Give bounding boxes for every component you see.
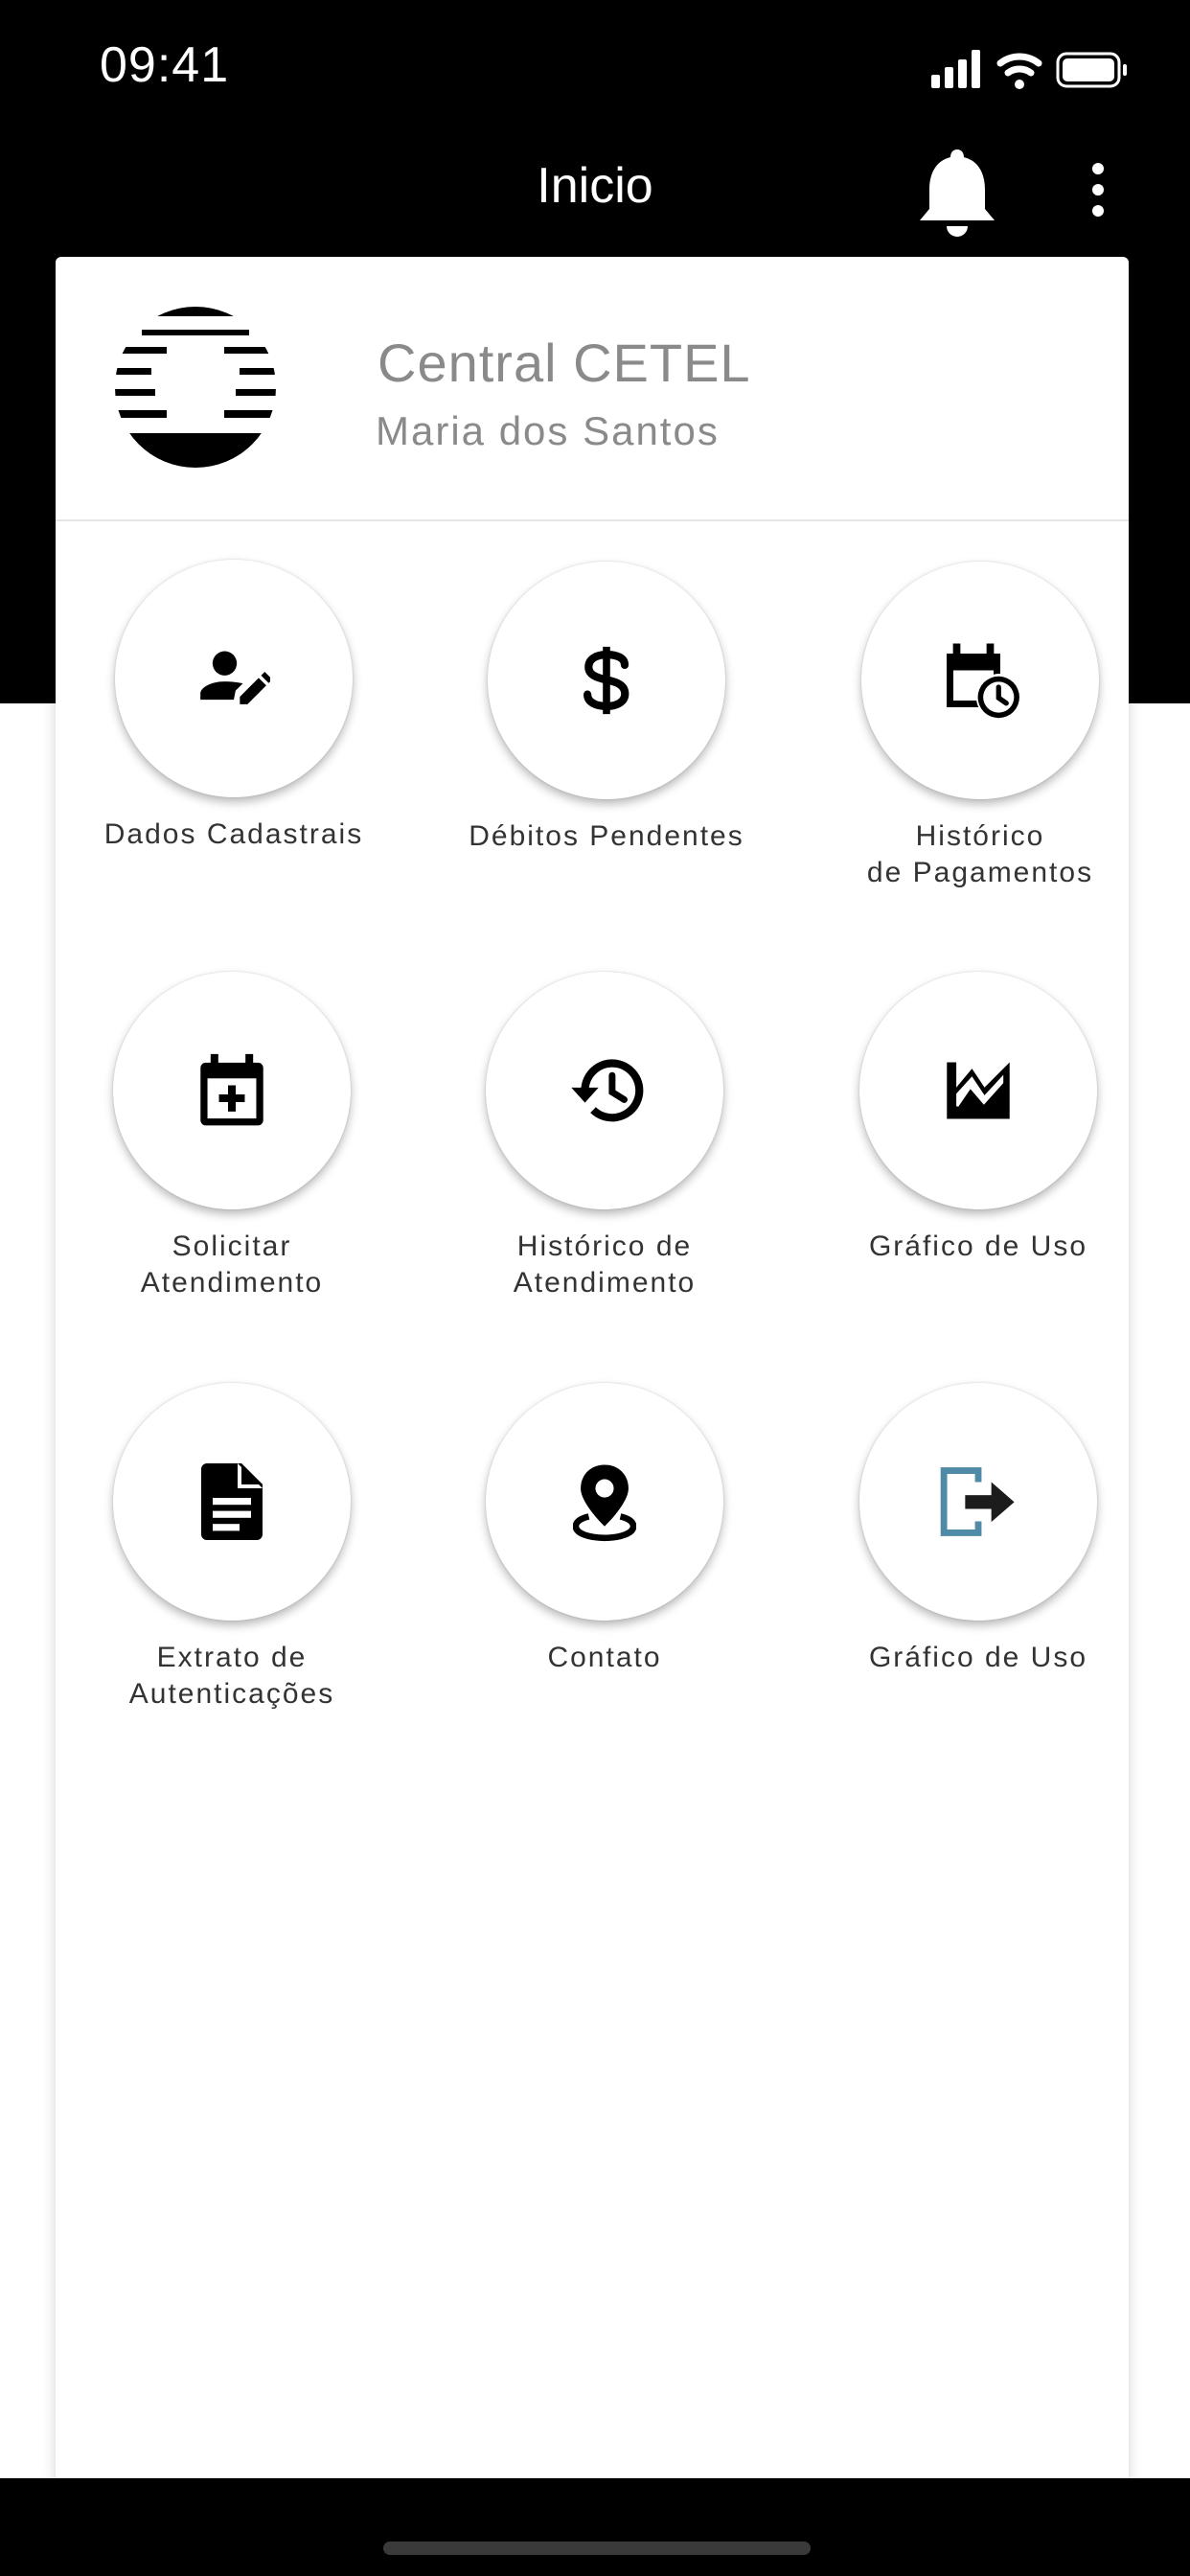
menu-button[interactable] xyxy=(486,972,723,1209)
notification-bell-icon[interactable] xyxy=(918,146,996,238)
menu-item-grafico-de-uso[interactable]: Gráfico de Uso xyxy=(800,972,1156,1336)
bottom-bar xyxy=(0,2478,1190,2576)
menu-item-contato[interactable]: Contato xyxy=(426,1383,783,1747)
history-icon xyxy=(571,1059,644,1122)
menu-label: Gráfico de Uso xyxy=(868,1642,1088,1673)
menu-button[interactable] xyxy=(859,1383,1097,1621)
menu-label: Débitos Pendentes xyxy=(469,820,744,852)
menu-label: Dados Cadastrais xyxy=(103,818,364,850)
menu-item-sair[interactable]: Gráfico de Uso xyxy=(800,1383,1156,1747)
menu-button[interactable] xyxy=(486,1383,723,1621)
menu-label: Gráfico de Uso xyxy=(868,1230,1088,1262)
calendar-add-icon xyxy=(200,1053,263,1126)
menu-item-extrato-autenticacoes[interactable]: Extrato de Autenticações xyxy=(54,1383,410,1747)
more-options-icon[interactable] xyxy=(1083,161,1113,218)
menu-button[interactable] xyxy=(113,1383,351,1621)
profile-header: Central CETEL Maria dos Santos xyxy=(56,257,1129,521)
menu-label: Contato xyxy=(547,1642,662,1673)
user-name: Maria dos Santos xyxy=(376,408,720,453)
document-icon xyxy=(201,1463,263,1540)
cellular-signal-icon xyxy=(931,50,980,88)
menu-item-historico-atendimento[interactable]: Histórico de Atendimento xyxy=(426,972,783,1336)
status-indicators xyxy=(931,50,1127,89)
dollar-icon xyxy=(584,646,629,715)
menu-label: Solicitar Atendimento xyxy=(140,1230,324,1299)
menu-button[interactable] xyxy=(859,972,1097,1209)
menu-label: Extrato de Autenticações xyxy=(128,1642,335,1710)
menu-button[interactable] xyxy=(113,972,351,1209)
main-card: Central CETEL Maria dos Santos Dados Cad… xyxy=(56,257,1129,2480)
menu-item-debitos-pendentes[interactable]: Débitos Pendentes xyxy=(428,562,785,926)
menu-button[interactable] xyxy=(488,562,725,799)
menu-label: Histórico de Pagamentos xyxy=(866,820,1094,888)
home-indicator[interactable] xyxy=(383,2542,811,2555)
menu-item-historico-pagamentos[interactable]: Histórico de Pagamentos xyxy=(802,562,1158,926)
menu-button[interactable] xyxy=(115,560,353,797)
battery-icon xyxy=(1056,52,1127,88)
menu-item-solicitar-atendimento[interactable]: Solicitar Atendimento xyxy=(54,972,410,1336)
page-title: Inicio xyxy=(537,158,653,214)
area-chart-icon xyxy=(947,1062,1010,1119)
logout-icon xyxy=(940,1467,1015,1536)
person-edit-icon xyxy=(200,651,270,704)
menu-button[interactable] xyxy=(861,562,1099,799)
calendar-clock-icon xyxy=(947,643,1019,719)
menu-label: Histórico de Atendimento xyxy=(513,1230,697,1299)
menu-item-dados-cadastrais[interactable]: Dados Cadastrais xyxy=(56,560,412,924)
company-name: Central CETEL xyxy=(378,333,751,393)
wifi-icon xyxy=(996,53,1042,89)
location-pin-icon xyxy=(573,1464,636,1542)
status-time: 09:41 xyxy=(100,37,230,93)
company-logo xyxy=(115,307,276,468)
